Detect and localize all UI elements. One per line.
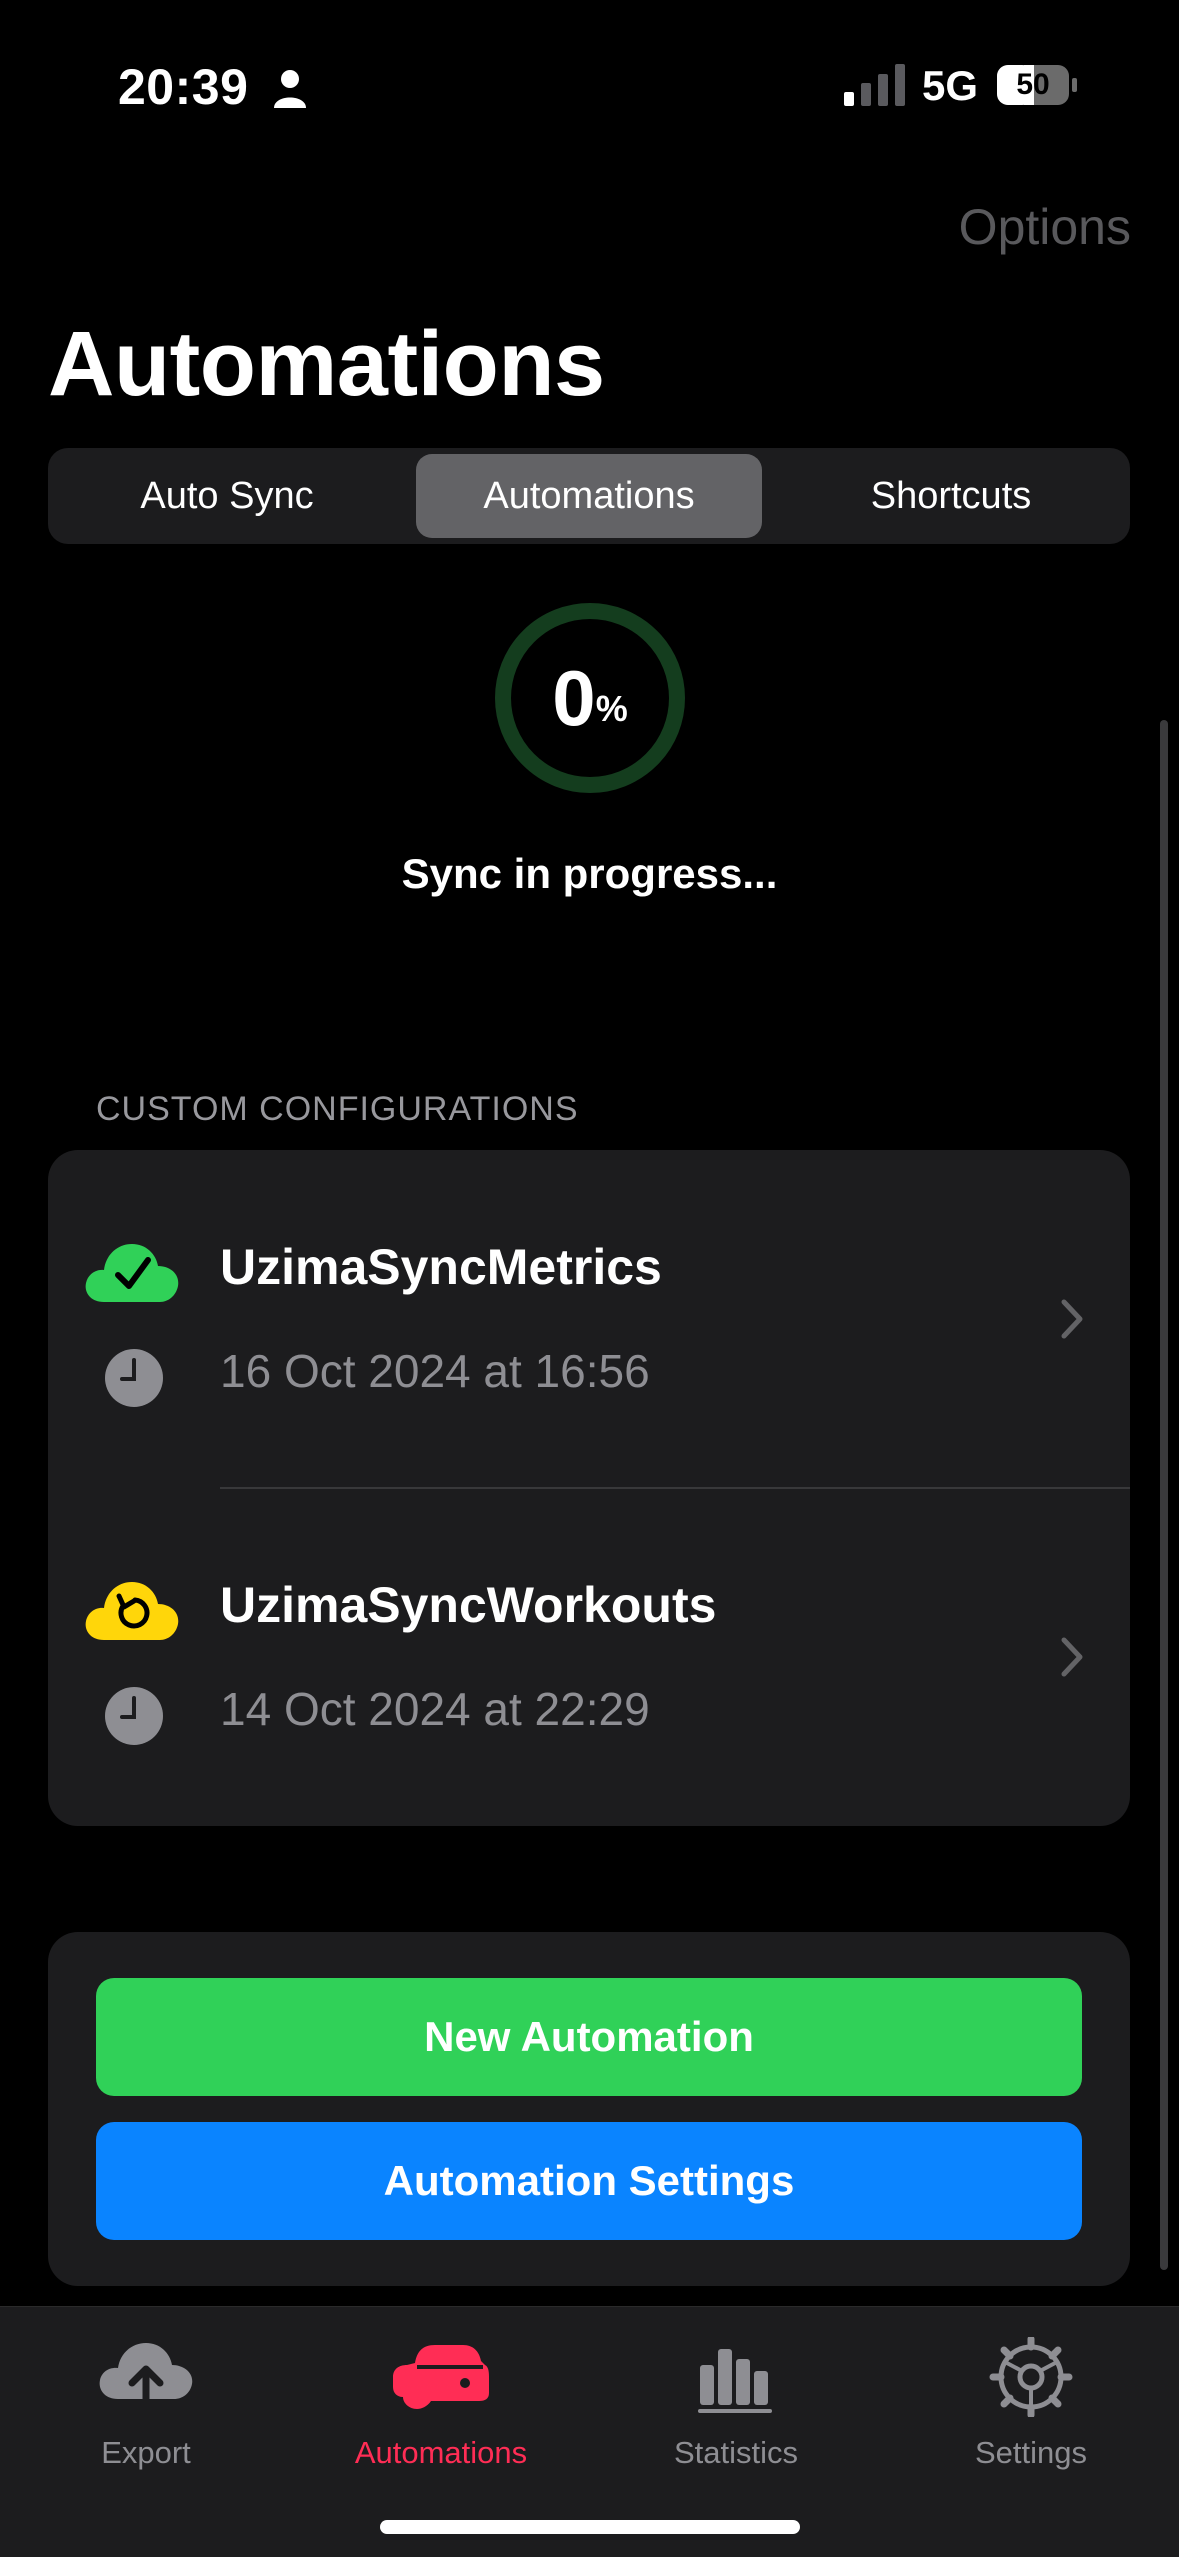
network-type: 5G [922, 62, 979, 109]
gear-icon [989, 2337, 1073, 2417]
tab-settings[interactable]: Settings [901, 2327, 1161, 2477]
options-button[interactable]: Options [959, 198, 1131, 256]
tab-label: Statistics [673, 2435, 799, 2470]
cloud-check-icon [85, 1244, 179, 1302]
segment-auto-sync[interactable]: Auto Sync [54, 454, 400, 538]
config-name: UzimaSyncWorkouts [220, 1577, 717, 1633]
chevron-right-icon [1061, 1299, 1083, 1339]
bar-chart-icon [698, 2349, 772, 2413]
config-date: 16 Oct 2024 at 16:56 [220, 1345, 650, 1397]
config-row-workouts[interactable]: UzimaSyncWorkouts 14 Oct 2024 at 22:29 [48, 1488, 1130, 1826]
scrollbar[interactable] [1160, 720, 1168, 2270]
config-date: 14 Oct 2024 at 22:29 [220, 1683, 650, 1735]
tab-automations[interactable]: Automations [311, 2327, 571, 2477]
clock-icon [105, 1349, 163, 1407]
tab-statistics[interactable]: Statistics [606, 2327, 866, 2477]
progress-value: 0 [552, 653, 596, 742]
automation-settings-button[interactable]: Automation Settings [96, 2122, 1082, 2240]
segmented-control: Auto Sync Automations Shortcuts [48, 448, 1130, 544]
config-name: UzimaSyncMetrics [220, 1239, 662, 1295]
new-automation-button[interactable]: New Automation [96, 1978, 1082, 2096]
cloud-pending-icon [85, 1582, 179, 1640]
actions-card: New Automation Automation Settings [48, 1932, 1130, 2286]
sync-status-text: Sync in progress... [401, 850, 778, 897]
signal-icon [844, 64, 905, 106]
tab-export[interactable]: Export [16, 2327, 276, 2477]
car-icon [393, 2345, 489, 2409]
tab-label: Settings [974, 2435, 1087, 2470]
segment-automations[interactable]: Automations [416, 454, 762, 538]
tab-label: Export [101, 2435, 191, 2470]
page-title: Automations [48, 313, 605, 415]
clock-icon [105, 1687, 163, 1745]
status-time: 20:39 [118, 59, 249, 115]
cloud-upload-icon [99, 2343, 193, 2417]
section-header: CUSTOM CONFIGURATIONS [96, 1090, 579, 1128]
tab-label: Automations [354, 2435, 528, 2470]
config-row-metrics[interactable]: UzimaSyncMetrics 16 Oct 2024 at 16:56 [48, 1150, 1130, 1488]
row-divider [220, 1487, 1130, 1489]
battery-level: 50 [1016, 68, 1050, 101]
person-icon [274, 70, 306, 108]
progress-unit: % [595, 688, 628, 729]
segment-shortcuts[interactable]: Shortcuts [778, 454, 1124, 538]
battery-icon: 50 [996, 64, 1078, 106]
chevron-right-icon [1061, 1637, 1083, 1677]
home-indicator[interactable] [380, 2520, 800, 2534]
progress-readout: 0 % [492, 600, 688, 796]
